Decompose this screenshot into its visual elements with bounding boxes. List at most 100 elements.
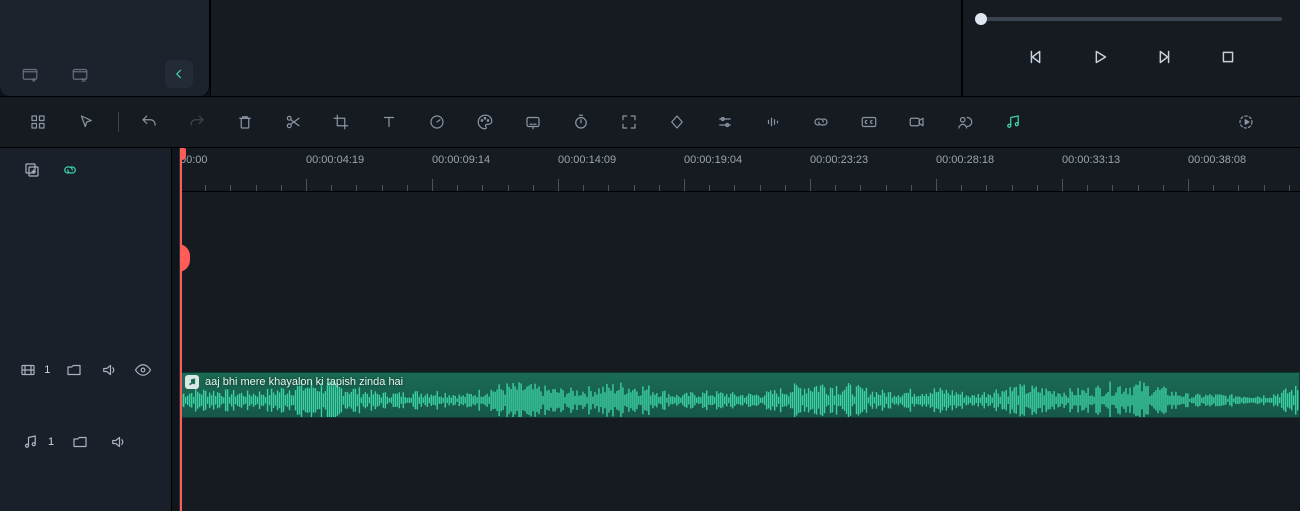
play-button[interactable] [1085, 42, 1115, 72]
music-button[interactable] [997, 106, 1029, 138]
sliders-icon [716, 113, 734, 131]
timeline-ruler[interactable]: 00:0000:00:04:1900:00:09:1400:00:14:0900… [180, 148, 1300, 192]
audio-clip-title: aaj bhi mere khayalon ki tapish zinda ha… [205, 376, 403, 388]
video-track-index: 1 [44, 364, 50, 376]
track-header-column: 1 1 [0, 148, 172, 511]
grid-icon [29, 113, 47, 131]
trash-icon [236, 113, 254, 131]
play-icon [1089, 46, 1111, 68]
adjust-button[interactable] [709, 106, 741, 138]
stop-icon [1217, 46, 1239, 68]
video-track-lock-button[interactable] [64, 358, 84, 382]
step-back-button[interactable] [1021, 42, 1051, 72]
text-icon [380, 113, 398, 131]
track-gutter [172, 148, 180, 511]
fit-button[interactable] [613, 106, 645, 138]
volume-icon [100, 361, 118, 379]
cursor-icon [77, 113, 95, 131]
diamond-icon [668, 113, 686, 131]
undo-icon [140, 113, 158, 131]
media-panel [0, 0, 210, 96]
ruler-label: 00:00:33:13 [1062, 154, 1120, 166]
ruler-label: 00:00:04:19 [306, 154, 364, 166]
record-icon [908, 113, 926, 131]
keyframe-button[interactable] [661, 106, 693, 138]
stop-button[interactable] [1213, 42, 1243, 72]
progress-slider[interactable] [981, 10, 1282, 28]
voice-button[interactable] [949, 106, 981, 138]
caption-icon [524, 113, 542, 131]
audio-track-index: 1 [48, 436, 54, 448]
expand-icon [620, 113, 638, 131]
palette-icon [476, 113, 494, 131]
toolbar-divider [118, 112, 119, 132]
ruler-label: 00:00:28:18 [936, 154, 994, 166]
chevron-left-icon [170, 65, 188, 83]
delete-folder-button[interactable] [66, 60, 94, 88]
folder-icon [71, 433, 89, 451]
caption-button[interactable] [517, 106, 549, 138]
scissors-icon [284, 113, 302, 131]
add-track-icon [23, 161, 41, 179]
step-back-icon [1025, 46, 1047, 68]
timeline-toolbar [0, 96, 1300, 148]
redo-button[interactable] [181, 106, 213, 138]
ruler-label: 00:00:38:08 [1188, 154, 1246, 166]
track-body[interactable]: 00:0000:00:04:1900:00:09:1400:00:14:0900… [180, 148, 1300, 511]
render-icon [1237, 113, 1255, 131]
equalizer-icon [764, 113, 782, 131]
crop-button[interactable] [325, 106, 357, 138]
duration-button[interactable] [565, 106, 597, 138]
speed-icon [428, 113, 446, 131]
new-folder-button[interactable] [16, 60, 44, 88]
audio-track-mute-button[interactable] [106, 430, 130, 454]
select-tool-button[interactable] [70, 106, 102, 138]
color-button[interactable] [469, 106, 501, 138]
audio-track-icon-button[interactable] [18, 430, 42, 454]
split-button[interactable] [277, 106, 309, 138]
layout-button[interactable] [22, 106, 54, 138]
ruler-label: 00:00:14:09 [558, 154, 616, 166]
video-track-mute-button[interactable] [99, 358, 119, 382]
redo-icon [188, 113, 206, 131]
video-track-icon-button[interactable] [18, 358, 38, 382]
text-button[interactable] [373, 106, 405, 138]
playhead-cap[interactable] [180, 148, 186, 160]
playhead[interactable] [180, 148, 182, 511]
link-button[interactable] [805, 106, 837, 138]
add-track-button[interactable] [20, 158, 44, 182]
link-toggle-icon [61, 161, 79, 179]
voice-icon [956, 113, 974, 131]
note-icon [21, 433, 39, 451]
auto-ripple-button[interactable] [58, 158, 82, 182]
ruler-label: 00:00:23:23 [810, 154, 868, 166]
crop-icon [332, 113, 350, 131]
clip-music-icon [185, 375, 199, 389]
folder-x-icon [71, 65, 89, 83]
volume-icon [109, 433, 127, 451]
speed-button[interactable] [421, 106, 453, 138]
audio-track-lock-button[interactable] [68, 430, 92, 454]
subtitle-button[interactable] [853, 106, 885, 138]
eye-icon [134, 361, 152, 379]
ruler-label: 00:00:19:04 [684, 154, 742, 166]
audio-adjust-button[interactable] [757, 106, 789, 138]
render-button[interactable] [1230, 106, 1262, 138]
collapse-panel-button[interactable] [165, 60, 193, 88]
audio-track-header: 1 [0, 420, 171, 464]
audio-clip[interactable]: aaj bhi mere khayalon ki tapish zinda ha… [180, 372, 1300, 418]
step-forward-button[interactable] [1149, 42, 1179, 72]
progress-thumb[interactable] [975, 13, 987, 25]
video-track-visible-button[interactable] [133, 358, 153, 382]
folder-plus-icon [21, 65, 39, 83]
folder-icon [65, 361, 83, 379]
stopwatch-icon [572, 113, 590, 131]
undo-button[interactable] [133, 106, 165, 138]
film-icon [19, 361, 37, 379]
step-forward-icon [1153, 46, 1175, 68]
link-icon [812, 113, 830, 131]
music-icon [1004, 113, 1022, 131]
timeline: 1 1 00:0000:00:04:1900:00:09:1400:00:14:… [0, 148, 1300, 511]
record-button[interactable] [901, 106, 933, 138]
delete-button[interactable] [229, 106, 261, 138]
